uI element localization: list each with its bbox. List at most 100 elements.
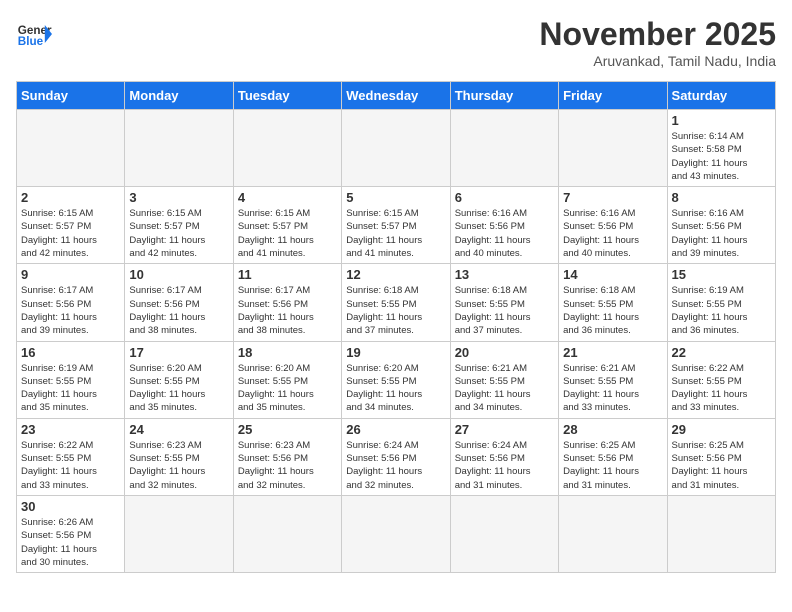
calendar-cell: 14Sunrise: 6:18 AM Sunset: 5:55 PM Dayli… [559,264,667,341]
header-saturday: Saturday [667,82,775,110]
day-info: Sunrise: 6:15 AM Sunset: 5:57 PM Dayligh… [238,207,337,260]
day-number: 21 [563,345,662,360]
calendar-row-4: 23Sunrise: 6:22 AM Sunset: 5:55 PM Dayli… [17,418,776,495]
day-number: 28 [563,422,662,437]
calendar-cell: 26 Sunrise: 6:24 AM Sunset: 5:56 PM Dayli… [342,418,450,495]
day-info: Sunrise: 6:15 AM Sunset: 5:57 PM Dayligh… [129,207,228,260]
header-sunday: Sunday [17,82,125,110]
calendar-cell-empty [125,495,233,572]
day-number: 14 [563,267,662,282]
calendar-cell: 3Sunrise: 6:15 AM Sunset: 5:57 PM Daylig… [125,187,233,264]
day-info: Sunrise: 6:21 AM Sunset: 5:55 PM Dayligh… [563,362,662,415]
day-info: Sunrise: 6:19 AM Sunset: 5:55 PM Dayligh… [672,284,771,337]
calendar-cell: 22Sunrise: 6:22 AM Sunset: 5:55 PM Dayli… [667,341,775,418]
calendar-cell [233,110,341,187]
calendar-cell: 8 Sunrise: 6:16 AM Sunset: 5:56 PM Daylig… [667,187,775,264]
calendar-cell: 11Sunrise: 6:17 AM Sunset: 5:56 PM Dayli… [233,264,341,341]
day-info: Sunrise: 6:23 AM Sunset: 5:56 PM Dayligh… [238,439,337,492]
month-title: November 2025 [539,16,776,53]
day-number: 9 [21,267,120,282]
day-info: Sunrise: 6:18 AM Sunset: 5:55 PM Dayligh… [455,284,554,337]
calendar-cell: 20 Sunrise: 6:21 AM Sunset: 5:55 PM Dayli… [450,341,558,418]
header-monday: Monday [125,82,233,110]
calendar-cell: 23Sunrise: 6:22 AM Sunset: 5:55 PM Dayli… [17,418,125,495]
day-number: 13 [455,267,554,282]
day-info: Sunrise: 6:23 AM Sunset: 5:55 PM Dayligh… [129,439,228,492]
day-info: Sunrise: 6:16 AM Sunset: 5:56 PM Dayligh… [672,207,771,260]
calendar-row-5: 30 Sunrise: 6:26 AM Sunset: 5:56 PM Dayli… [17,495,776,572]
day-info: Sunrise: 6:22 AM Sunset: 5:55 PM Dayligh… [672,362,771,415]
day-info: Sunrise: 6:17 AM Sunset: 5:56 PM Dayligh… [129,284,228,337]
svg-text:Blue: Blue [18,35,44,48]
calendar-cell: 18Sunrise: 6:20 AM Sunset: 5:55 PM Dayli… [233,341,341,418]
day-number: 26 [346,422,445,437]
calendar-cell: 12 Sunrise: 6:18 AM Sunset: 5:55 PM Dayli… [342,264,450,341]
day-info: Sunrise: 6:16 AM Sunset: 5:56 PM Dayligh… [455,207,554,260]
day-info: Sunrise: 6:24 AM Sunset: 5:56 PM Dayligh… [346,439,445,492]
calendar-cell [342,110,450,187]
day-number: 29 [672,422,771,437]
day-info: Sunrise: 6:17 AM Sunset: 5:56 PM Dayligh… [21,284,120,337]
day-number: 30 [21,499,120,514]
calendar-cell [450,110,558,187]
day-number: 11 [238,267,337,282]
day-number: 19 [346,345,445,360]
calendar-cell: 24 Sunrise: 6:23 AM Sunset: 5:55 PM Dayli… [125,418,233,495]
subtitle: Aruvankad, Tamil Nadu, India [539,53,776,69]
weekday-header-row: Sunday Monday Tuesday Wednesday Thursday… [17,82,776,110]
day-number: 5 [346,190,445,205]
day-number: 8 [672,190,771,205]
day-info: Sunrise: 6:21 AM Sunset: 5:55 PM Dayligh… [455,362,554,415]
calendar-cell: 4 Sunrise: 6:15 AM Sunset: 5:57 PM Daylig… [233,187,341,264]
day-number: 2 [21,190,120,205]
calendar-cell [125,110,233,187]
calendar: Sunday Monday Tuesday Wednesday Thursday… [16,81,776,573]
day-info: Sunrise: 6:26 AM Sunset: 5:56 PM Dayligh… [21,516,120,569]
day-info: Sunrise: 6:18 AM Sunset: 5:55 PM Dayligh… [346,284,445,337]
day-info: Sunrise: 6:15 AM Sunset: 5:57 PM Dayligh… [21,207,120,260]
calendar-cell: 16 Sunrise: 6:19 AM Sunset: 5:55 PM Dayli… [17,341,125,418]
day-number: 20 [455,345,554,360]
day-number: 17 [129,345,228,360]
day-number: 12 [346,267,445,282]
day-number: 7 [563,190,662,205]
calendar-cell: 21 Sunrise: 6:21 AM Sunset: 5:55 PM Dayli… [559,341,667,418]
calendar-cell: 25 Sunrise: 6:23 AM Sunset: 5:56 PM Dayli… [233,418,341,495]
header-tuesday: Tuesday [233,82,341,110]
calendar-cell-empty [450,495,558,572]
logo: General Blue [16,16,52,52]
day-number: 25 [238,422,337,437]
day-info: Sunrise: 6:14 AM Sunset: 5:58 PM Dayligh… [672,130,771,183]
day-number: 6 [455,190,554,205]
calendar-cell: 10 Sunrise: 6:17 AM Sunset: 5:56 PM Dayli… [125,264,233,341]
day-number: 27 [455,422,554,437]
calendar-cell: 1 Sunrise: 6:14 AM Sunset: 5:58 PM Daylig… [667,110,775,187]
calendar-cell-empty [559,495,667,572]
calendar-cell: 27 Sunrise: 6:24 AM Sunset: 5:56 PM Dayli… [450,418,558,495]
day-info: Sunrise: 6:22 AM Sunset: 5:55 PM Dayligh… [21,439,120,492]
day-number: 1 [672,113,771,128]
calendar-row-0: 1 Sunrise: 6:14 AM Sunset: 5:58 PM Daylig… [17,110,776,187]
calendar-cell: 29 Sunrise: 6:25 AM Sunset: 5:56 PM Dayli… [667,418,775,495]
day-info: Sunrise: 6:24 AM Sunset: 5:56 PM Dayligh… [455,439,554,492]
day-number: 16 [21,345,120,360]
title-block: November 2025 Aruvankad, Tamil Nadu, Ind… [539,16,776,69]
day-info: Sunrise: 6:20 AM Sunset: 5:55 PM Dayligh… [238,362,337,415]
day-info: Sunrise: 6:25 AM Sunset: 5:56 PM Dayligh… [563,439,662,492]
calendar-cell: 7Sunrise: 6:16 AM Sunset: 5:56 PM Daylig… [559,187,667,264]
calendar-cell: 5Sunrise: 6:15 AM Sunset: 5:57 PM Daylig… [342,187,450,264]
day-number: 10 [129,267,228,282]
calendar-cell-empty [342,495,450,572]
day-number: 24 [129,422,228,437]
calendar-cell: 2 Sunrise: 6:15 AM Sunset: 5:57 PM Daylig… [17,187,125,264]
calendar-cell-empty [233,495,341,572]
day-info: Sunrise: 6:19 AM Sunset: 5:55 PM Dayligh… [21,362,120,415]
day-info: Sunrise: 6:25 AM Sunset: 5:56 PM Dayligh… [672,439,771,492]
calendar-cell: 15Sunrise: 6:19 AM Sunset: 5:55 PM Dayli… [667,264,775,341]
calendar-cell [17,110,125,187]
day-number: 4 [238,190,337,205]
calendar-cell: 9 Sunrise: 6:17 AM Sunset: 5:56 PM Daylig… [17,264,125,341]
calendar-cell: 30 Sunrise: 6:26 AM Sunset: 5:56 PM Dayli… [17,495,125,572]
calendar-cell: 19Sunrise: 6:20 AM Sunset: 5:55 PM Dayli… [342,341,450,418]
calendar-cell: 13 Sunrise: 6:18 AM Sunset: 5:55 PM Dayli… [450,264,558,341]
